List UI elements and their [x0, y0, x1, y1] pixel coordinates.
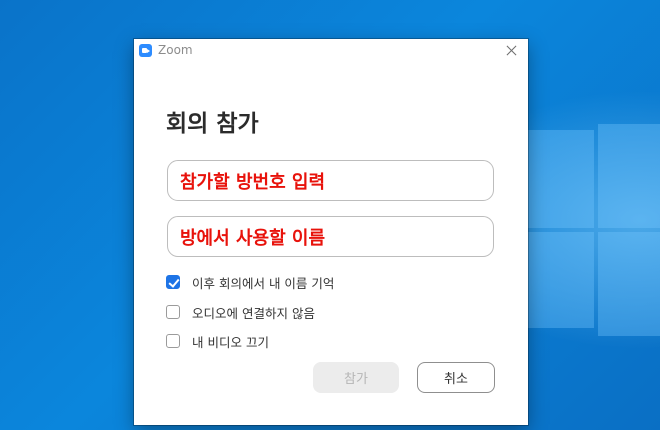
- join-button[interactable]: 참가: [313, 362, 399, 393]
- video-off-label: 내 비디오 끄기: [192, 334, 269, 350]
- title-bar: Zoom: [134, 39, 528, 63]
- video-off-checkbox[interactable]: [166, 334, 180, 348]
- close-icon[interactable]: [502, 41, 522, 61]
- meeting-id-value: 참가할 방번호 입력: [180, 171, 326, 193]
- display-name-value: 방에서 사용할 이름: [180, 227, 326, 249]
- join-meeting-dialog: Zoom 회의 참가 참가할 방번호 입력 방에서 사용할 이름 이후 회의에서…: [134, 39, 528, 425]
- video-off-option[interactable]: 내 비디오 끄기: [166, 332, 269, 350]
- no-audio-label: 오디오에 연결하지 않음: [192, 305, 315, 321]
- zoom-app-icon: [139, 44, 152, 57]
- remember-name-option[interactable]: 이후 회의에서 내 이름 기억: [166, 273, 334, 291]
- windows-logo: [528, 124, 660, 336]
- window-title: Zoom: [158, 43, 193, 57]
- remember-name-checkbox[interactable]: [166, 275, 180, 289]
- cancel-button[interactable]: 취소: [417, 362, 495, 393]
- dialog-heading: 회의 참가: [166, 111, 259, 137]
- display-name-input[interactable]: 방에서 사용할 이름: [167, 216, 494, 257]
- no-audio-option[interactable]: 오디오에 연결하지 않음: [166, 303, 315, 321]
- remember-name-label: 이후 회의에서 내 이름 기억: [192, 275, 335, 291]
- no-audio-checkbox[interactable]: [166, 305, 180, 319]
- meeting-id-input[interactable]: 참가할 방번호 입력: [167, 160, 494, 201]
